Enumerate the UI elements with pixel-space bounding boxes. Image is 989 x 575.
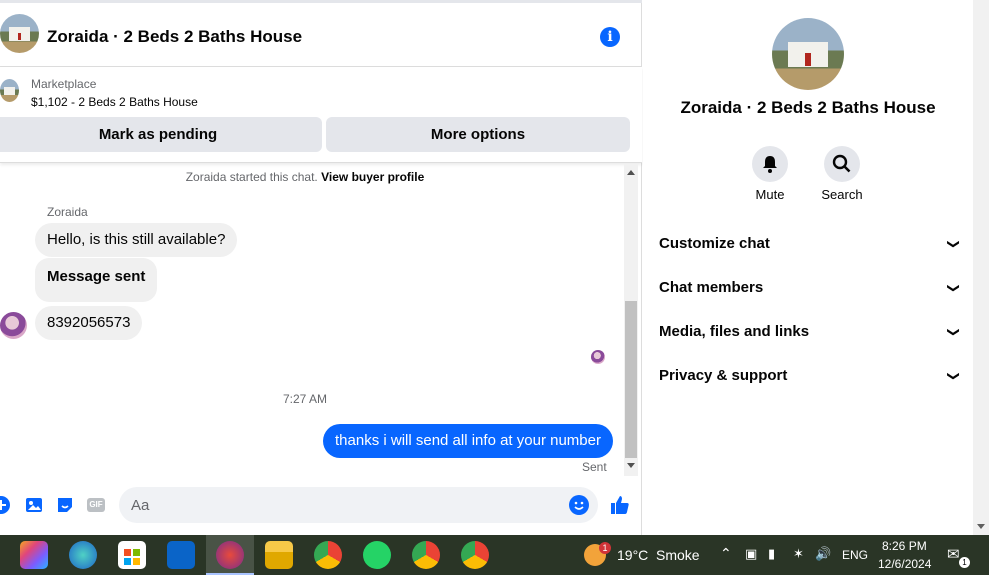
plus-icon[interactable] — [0, 495, 11, 515]
conversation-title[interactable]: Zoraida · 2 Beds 2 Baths House — [47, 27, 302, 47]
listing-thumbnail[interactable] — [0, 79, 19, 102]
composer: GIF — [0, 478, 642, 535]
weather-condition[interactable]: Smoke — [656, 547, 700, 563]
outlook-icon[interactable] — [167, 541, 195, 569]
more-options-button[interactable]: More options — [326, 117, 630, 152]
chrome-icon[interactable] — [314, 541, 342, 569]
chrome-profile-icon[interactable] — [461, 541, 489, 569]
copilot-icon[interactable] — [20, 541, 48, 569]
chevron-down-icon: ❯ — [946, 326, 961, 338]
section-privacy-support[interactable]: Privacy & support ❯ — [659, 361, 961, 391]
whatsapp-icon[interactable] — [363, 541, 391, 569]
chevron-down-icon: ❯ — [946, 238, 961, 250]
read-receipt-avatar — [591, 350, 605, 364]
wifi-icon[interactable]: ✶ — [793, 546, 804, 562]
section-chat-members[interactable]: Chat members ❯ — [659, 273, 961, 303]
incoming-message[interactable]: Hello, is this still available? — [35, 223, 238, 257]
incoming-message[interactable]: Message sent — [35, 258, 158, 302]
weather-temperature[interactable]: 19°C — [617, 547, 648, 563]
notification-icon[interactable]: ✉ — [947, 545, 960, 563]
chat-start-notice: Zoraida started this chat. View buyer pr… — [185, 170, 425, 184]
clock-time[interactable]: 8:26 PM — [882, 539, 927, 553]
scroll-up-arrow[interactable] — [627, 170, 635, 175]
sender-name: Zoraida — [47, 205, 88, 219]
section-media-files-links[interactable]: Media, files and links ❯ — [659, 317, 961, 347]
mute-button[interactable] — [752, 146, 788, 182]
mute-label: Mute — [755, 187, 785, 202]
chevron-down-icon: ❯ — [946, 370, 961, 382]
gif-icon[interactable]: GIF — [86, 495, 106, 515]
chrome-profile-icon[interactable] — [412, 541, 440, 569]
messenger-window: Zoraida · 2 Beds 2 Baths House i Marketp… — [0, 0, 989, 535]
sent-status: Sent — [582, 460, 607, 474]
incoming-message[interactable]: 8392056573 — [35, 306, 143, 340]
message-list: Zoraida started this chat. View buyer pr… — [0, 164, 624, 476]
clock-date[interactable]: 12/6/2024 — [878, 557, 931, 571]
bell-icon — [763, 156, 777, 173]
view-buyer-profile-link[interactable]: View buyer profile — [321, 170, 424, 184]
scroll-down-arrow[interactable] — [627, 463, 635, 468]
scroll-thumb[interactable] — [625, 301, 637, 458]
photo-icon[interactable] — [24, 495, 44, 515]
conversation-avatar[interactable] — [0, 14, 39, 53]
marketplace-bar: Marketplace $1,102 - 2 Beds 2 Baths Hous… — [0, 67, 642, 163]
outgoing-message[interactable]: thanks i will send all info at your numb… — [323, 424, 613, 458]
panel-title: Zoraida · 2 Beds 2 Baths House — [680, 98, 936, 117]
message-input[interactable] — [131, 487, 561, 523]
chevron-down-icon: ❯ — [946, 282, 961, 294]
search-label: Search — [821, 187, 863, 202]
panel-avatar[interactable] — [772, 18, 844, 90]
message-input-box[interactable] — [119, 487, 598, 523]
marketplace-label: Marketplace — [31, 77, 97, 91]
battery-icon[interactable]: ▮ — [768, 546, 775, 562]
search-icon — [832, 154, 851, 173]
meet-now-icon[interactable]: ▣ — [745, 546, 757, 562]
edge-icon[interactable] — [69, 541, 97, 569]
search-button[interactable] — [824, 146, 860, 182]
window-scrollbar[interactable] — [973, 0, 989, 535]
file-explorer-icon[interactable] — [265, 541, 293, 569]
chevron-up-icon[interactable]: ⌃ — [720, 545, 732, 562]
message-timestamp: 7:27 AM — [282, 392, 328, 406]
volume-icon[interactable]: 🔊 — [815, 546, 831, 562]
weather-badge: 1 — [599, 542, 611, 554]
details-panel: Zoraida · 2 Beds 2 Baths House Mute Sear… — [643, 0, 973, 535]
taskbar: 1 19°C Smoke ⌃ ▣ ▮ ✶ 🔊 ENG 8:26 PM 12/6/… — [0, 535, 989, 575]
gif-label: GIF — [89, 500, 103, 509]
window-scroll-down-arrow[interactable] — [977, 524, 985, 529]
store-icon[interactable] — [118, 541, 146, 569]
sender-avatar[interactable] — [0, 312, 27, 339]
listing-title[interactable]: $1,102 - 2 Beds 2 Baths House — [31, 95, 198, 109]
section-customize-chat[interactable]: Customize chat ❯ — [659, 229, 961, 259]
chat-header: Zoraida · 2 Beds 2 Baths House i — [0, 3, 642, 67]
chat-column: Zoraida · 2 Beds 2 Baths House i Marketp… — [0, 0, 642, 535]
info-icon[interactable]: i — [600, 27, 620, 47]
pinned-app-icon[interactable] — [216, 541, 244, 569]
notification-count: 1 — [959, 557, 970, 568]
emoji-icon[interactable] — [569, 495, 589, 515]
thumbs-up-icon[interactable] — [609, 494, 631, 516]
sticker-icon[interactable] — [55, 495, 75, 515]
language-indicator[interactable]: ENG — [842, 548, 868, 562]
message-scrollbar[interactable] — [624, 164, 638, 476]
mark-as-pending-button[interactable]: Mark as pending — [0, 117, 322, 152]
